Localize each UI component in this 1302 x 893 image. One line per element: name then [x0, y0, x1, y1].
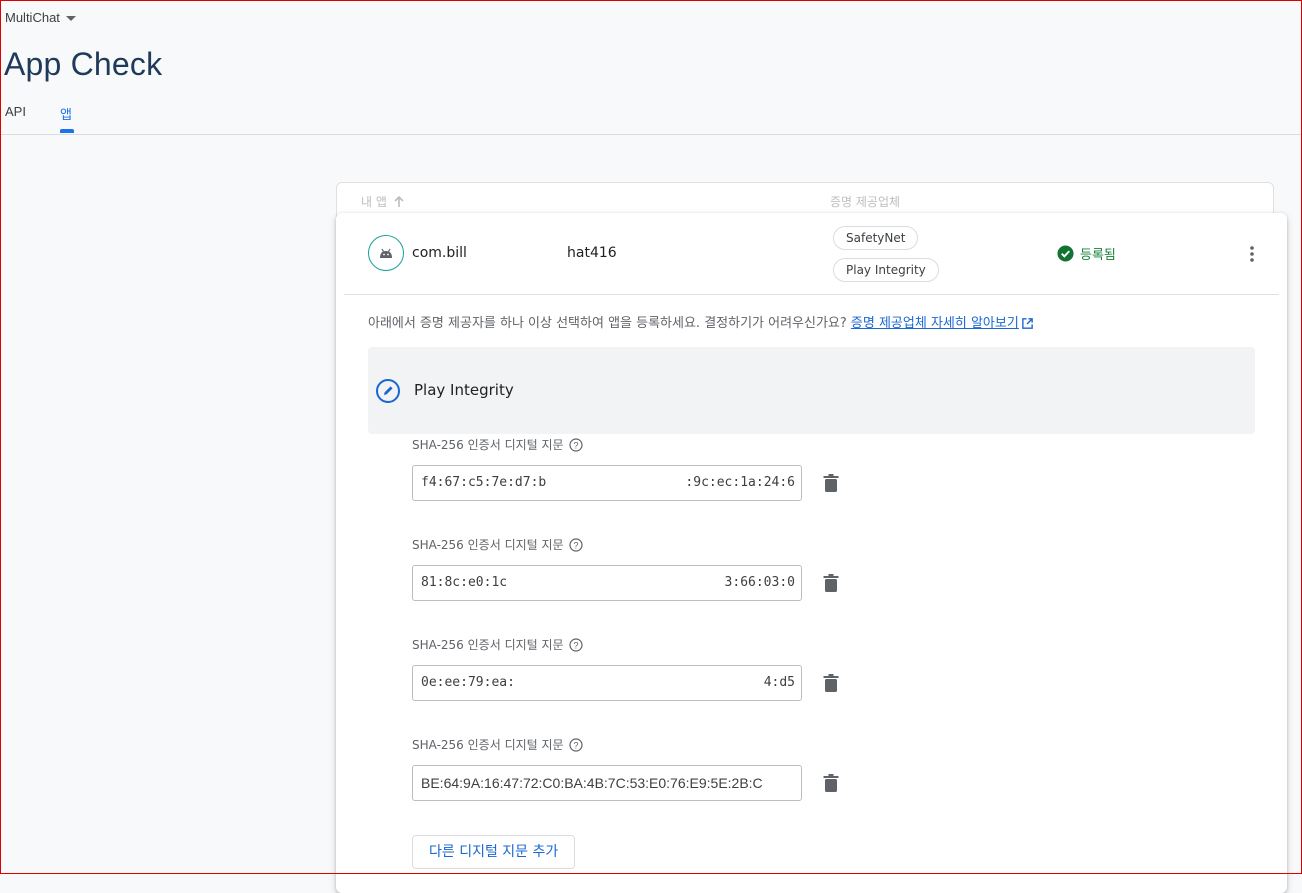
fingerprint-input[interactable]: 81:8c:e0:1c 3:66:03:0 — [412, 565, 802, 601]
fingerprint-value-start: 0e:ee:79:ea: — [421, 675, 515, 690]
svg-text:?: ? — [573, 740, 578, 750]
edit-icon[interactable] — [376, 379, 400, 403]
help-icon[interactable]: ? — [568, 537, 583, 552]
more-vert-icon[interactable] — [1240, 242, 1264, 266]
provider-chip-play-integrity: Play Integrity — [833, 258, 939, 282]
fingerprint-input[interactable]: f4:67:c5:7e:d7:b :9c:ec:1a:24:6 — [412, 465, 802, 501]
fingerprint-input[interactable]: BE:64:9A:16:47:72:C0:BA:4B:7C:53:E0:76:E… — [412, 765, 802, 801]
panel-title: Play Integrity — [414, 381, 514, 399]
column-header-app[interactable]: 내 앱 — [361, 193, 405, 210]
tab-api[interactable]: API — [5, 104, 26, 119]
tab-active-indicator — [60, 129, 74, 133]
learn-more-link[interactable]: 증명 제공업체 자세히 알아보기 — [851, 316, 1019, 331]
delete-icon[interactable] — [820, 472, 842, 494]
help-icon[interactable]: ? — [568, 637, 583, 652]
fingerprint-label-text: SHA-256 인증서 디지털 지문 — [412, 638, 564, 652]
app-nickname: hat416 — [567, 245, 617, 261]
delete-icon[interactable] — [820, 572, 842, 594]
fingerprint-value-start: BE:64:9A:16:47:72:C0:BA:4B:7C:53:E0:76:E… — [421, 775, 763, 791]
app-package-name: com.bill — [412, 245, 467, 261]
fingerprint-label-text: SHA-256 인증서 디지털 지문 — [412, 438, 564, 452]
description-body: 아래에서 증명 제공자를 하나 이상 선택하여 앱을 등록하세요. 결정하기가 … — [368, 316, 851, 331]
tab-app[interactable]: 앱 — [60, 104, 72, 123]
arrow-up-icon — [394, 195, 404, 207]
fingerprint-label: SHA-256 인증서 디지털 지문 ? — [412, 436, 583, 453]
fingerprint-value-end: 3:66:03:0 — [724, 575, 795, 590]
project-name: MultiChat — [5, 10, 60, 25]
project-selector[interactable]: MultiChat — [5, 10, 76, 25]
column-header-provider: 증명 제공업체 — [830, 195, 901, 209]
page-title: App Check — [4, 46, 163, 82]
play-integrity-panel[interactable]: Play Integrity — [368, 347, 1255, 434]
svg-text:?: ? — [573, 540, 578, 550]
check-circle-icon — [1057, 245, 1074, 262]
delete-icon[interactable] — [820, 772, 842, 794]
fingerprint-label-text: SHA-256 인증서 디지털 지문 — [412, 738, 564, 752]
app-card: com.bill hat416 SafetyNet Play Integrity… — [336, 213, 1287, 893]
status-badge: 등록됨 — [1057, 244, 1116, 263]
add-fingerprint-button[interactable]: 다른 디지털 지문 추가 — [412, 835, 576, 869]
fingerprint-label: SHA-256 인증서 디지털 지문 ? — [412, 636, 583, 653]
delete-icon[interactable] — [820, 672, 842, 694]
help-icon[interactable]: ? — [568, 437, 583, 452]
status-label: 등록됨 — [1080, 248, 1116, 263]
page-header: MultiChat App Check API 앱 — [0, 0, 1302, 135]
help-icon[interactable]: ? — [568, 737, 583, 752]
divider — [344, 294, 1279, 295]
caret-down-icon — [65, 16, 76, 21]
open-in-new-icon[interactable] — [1021, 317, 1034, 330]
fingerprint-label-text: SHA-256 인증서 디지털 지문 — [412, 538, 564, 552]
fingerprint-label: SHA-256 인증서 디지털 지문 ? — [412, 736, 583, 753]
svg-text:?: ? — [573, 640, 578, 650]
fingerprint-value-end: 4:d5 — [763, 675, 795, 690]
description-text: 아래에서 증명 제공자를 하나 이상 선택하여 앱을 등록하세요. 결정하기가 … — [368, 312, 1034, 331]
fingerprint-value-start: 81:8c:e0:1c — [421, 575, 508, 590]
svg-text:?: ? — [573, 440, 578, 450]
provider-chip-safetynet: SafetyNet — [833, 226, 919, 250]
column-header-app-label: 내 앱 — [361, 195, 387, 209]
fingerprint-label: SHA-256 인증서 디지털 지문 ? — [412, 536, 583, 553]
android-icon — [368, 235, 404, 271]
fingerprint-value-end: :9c:ec:1a:24:6 — [685, 475, 795, 490]
fingerprint-value-start: f4:67:c5:7e:d7:b — [421, 475, 547, 490]
fingerprint-input[interactable]: 0e:ee:79:ea: 4:d5 — [412, 665, 802, 701]
